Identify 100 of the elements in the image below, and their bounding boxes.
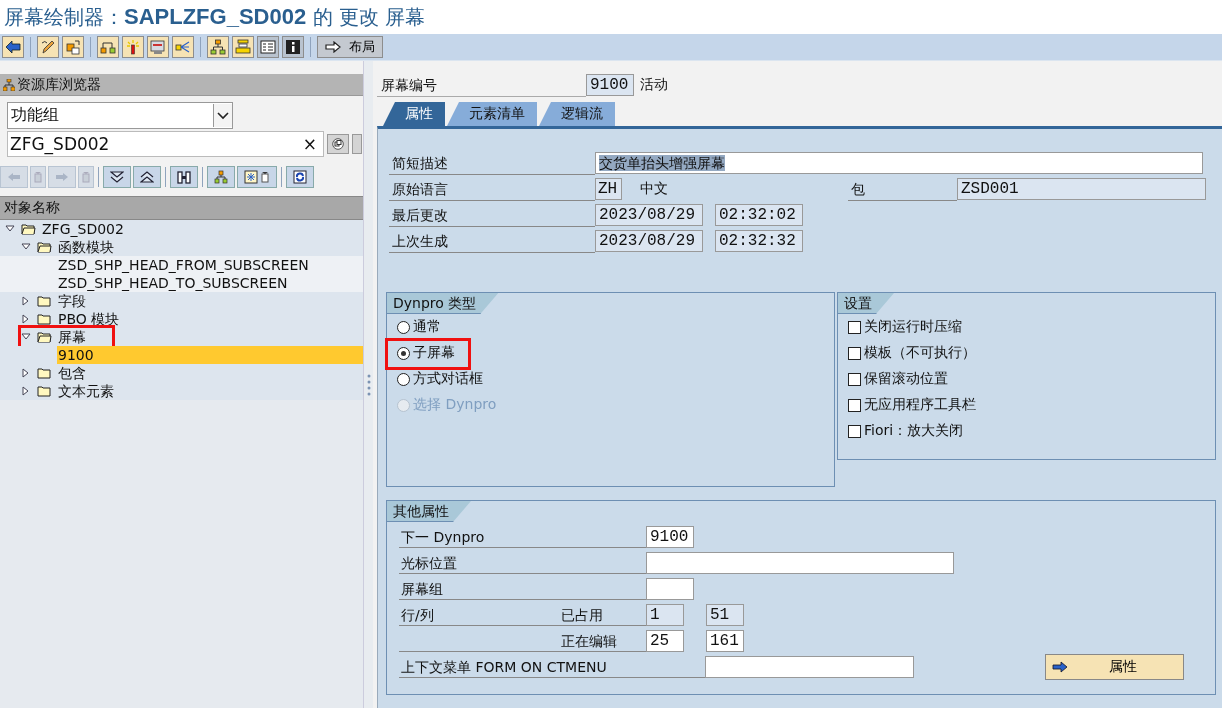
screen-group-field[interactable] [646,578,694,600]
field-label: 屏幕编号 [377,73,586,97]
object-name-field[interactable]: ZFG_SD002 × [7,131,324,157]
right-arrow-icon [1052,661,1068,673]
checkbox[interactable] [848,372,861,386]
language-name: 中文 [640,180,669,198]
branch-arrows-icon [175,39,191,55]
wand-icon [125,39,141,55]
list-icon [260,39,276,55]
squares-icon [65,39,81,55]
tree-item[interactable]: 9100 [57,346,363,364]
option-label: Fiori：放大关闭 [864,422,964,440]
date-field: 2023/08/29 [595,230,703,252]
triangle-down-icon[interactable] [21,242,31,252]
attributes-button[interactable]: 属性 [1045,654,1184,680]
clear-button[interactable]: × [302,134,323,154]
layout-button[interactable]: 布局 [317,36,383,58]
window-icon [150,39,166,55]
triangle-right-icon[interactable] [21,386,31,396]
field-label: 已占用 [561,606,603,625]
collapse-all-button[interactable] [133,166,161,188]
right-arrow-icon [55,172,69,182]
toolbar-button[interactable] [2,36,24,58]
splitter-handle-icon[interactable] [366,372,371,397]
tab[interactable]: 属性 [383,102,445,126]
info-icon [285,39,301,55]
hierarchy-button[interactable] [207,166,235,188]
status-text: 活动 [640,76,668,94]
context-menu-field[interactable] [705,656,914,678]
tab[interactable]: 元素清单 [447,102,537,126]
checkbox[interactable] [848,424,861,438]
hierarchy-icon [100,39,116,55]
lines-field[interactable]: 25 [646,630,684,652]
toolbar-button[interactable] [282,36,304,58]
language-code-field: ZH [595,178,622,200]
checkbox[interactable] [848,346,861,360]
screen-number-field: 9100 [586,74,634,96]
triangle-right-icon[interactable] [21,368,31,378]
binoculars-icon [177,170,191,184]
field-label: 行/列 [401,606,435,625]
option-label: 选择 Dynpro [413,396,497,414]
chevron-down-icon [217,111,229,120]
columns-field[interactable]: 161 [706,630,744,652]
option-label: 通常 [413,318,441,336]
short-description-field[interactable]: 交货单抬头增强屏幕 [595,152,1203,174]
page-icon [34,171,42,183]
object-type-dropdown[interactable]: 功能组 [7,102,233,129]
double-chevron-down-icon [110,171,124,183]
display-button[interactable] [237,166,277,188]
option-label: 保留滚动位置 [864,370,948,388]
triangle-down-icon[interactable] [5,224,15,234]
next-dynpro-field[interactable]: 9100 [646,526,694,548]
field-label: 原始语言 [389,177,595,201]
triangle-right-icon[interactable] [21,314,31,324]
radio-button[interactable] [397,320,410,334]
lines-field: 1 [646,604,684,626]
toolbar-button[interactable] [207,36,229,58]
field-label: 简短描述 [389,151,595,175]
field-label: 最后更改 [389,203,595,227]
field-label: 屏幕组 [399,578,646,600]
option-label: 方式对话框 [413,370,483,388]
page-icon [82,171,90,183]
back-arrow-icon [5,39,21,55]
triangle-down-icon[interactable] [21,332,31,342]
option-label: 无应用程序工具栏 [864,396,976,414]
checkbox[interactable] [848,320,861,334]
group-title: 设置 [838,293,894,314]
radio-button[interactable] [397,346,410,360]
toolbar-button[interactable] [37,36,59,58]
pencil-icon [40,39,56,55]
display-button[interactable] [327,134,349,154]
checkbox[interactable] [848,398,861,412]
tab[interactable]: 逻辑流 [539,102,615,126]
refresh-icon [293,170,307,184]
folder-icon [37,385,52,397]
date-field: 2023/08/29 [595,204,703,226]
refresh-button[interactable] [286,166,314,188]
option-label: 关闭运行时压缩 [864,318,962,336]
columns-field: 51 [706,604,744,626]
cursor-position-field[interactable] [646,552,954,574]
hierarchy-icon [3,78,15,91]
radio-button[interactable] [397,372,410,386]
folder-icon [37,295,52,307]
panel-title: 资源库浏览器 [17,75,101,94]
open-folder-icon [37,331,52,343]
folder-icon [37,313,52,325]
triangle-right-icon[interactable] [21,296,31,306]
group-title: Dynpro 类型 [387,293,499,314]
option-label: 子屏幕 [413,344,455,362]
open-folder-icon [21,223,36,235]
expand-all-button[interactable] [103,166,131,188]
field-label: 正在编辑 [561,632,617,651]
double-chevron-up-icon [140,171,154,183]
stack-icon [235,39,251,55]
open-folder-icon [37,241,52,253]
option-label: 模板（不可执行） [864,344,976,362]
asterisk-icon [244,170,270,184]
field-label: 下一 Dynpro [399,526,646,548]
folder-icon [37,367,52,379]
find-button[interactable] [170,166,198,188]
